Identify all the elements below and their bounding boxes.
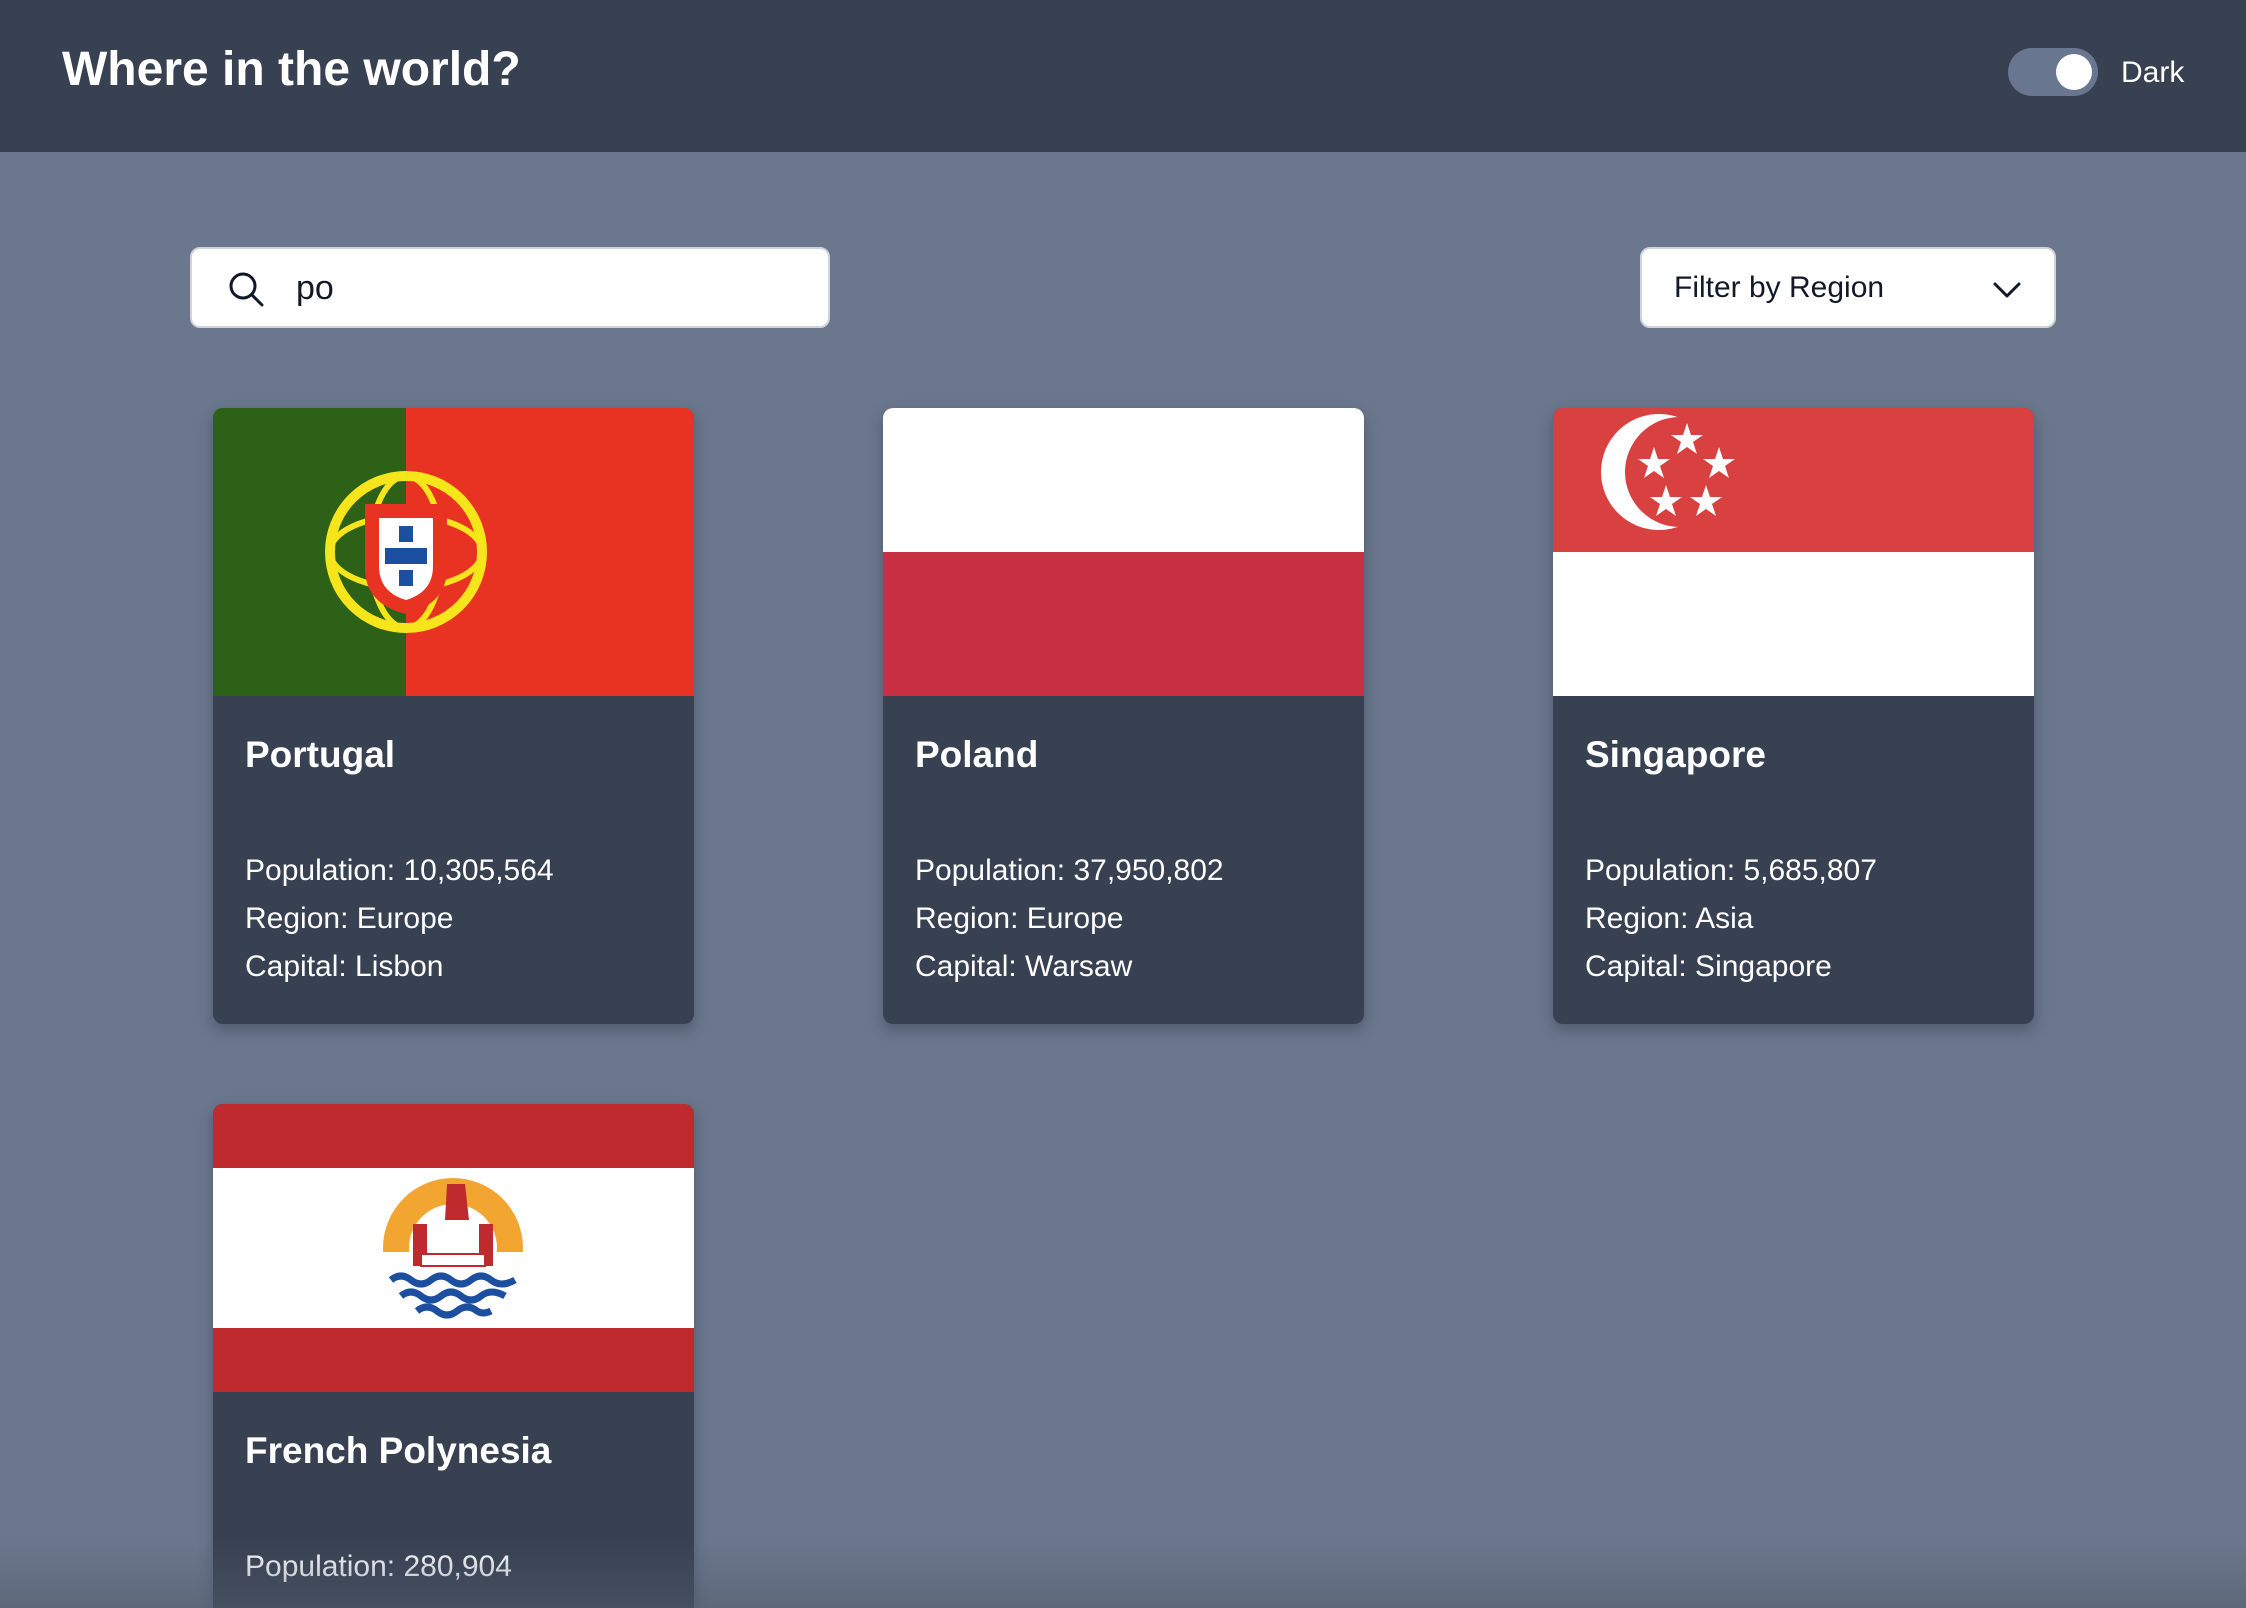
country-name: Portugal bbox=[245, 734, 396, 775]
dark-mode-toggle[interactable] bbox=[2008, 48, 2098, 96]
country-card-portugal[interactable]: Portugal Population: 10,305,564 Region: … bbox=[213, 408, 694, 1024]
country-capital: Capital: Singapore bbox=[1585, 950, 1832, 983]
search-input[interactable] bbox=[296, 259, 796, 317]
country-population: Population: 10,305,564 bbox=[245, 854, 554, 887]
filter-label: Filter by Region bbox=[1674, 271, 1885, 304]
app-title: Where in the world? bbox=[62, 43, 521, 96]
country-region: Region: Europe bbox=[915, 902, 1124, 935]
country-capital: Capital: Warsaw bbox=[915, 950, 1133, 983]
french-polynesia-flag bbox=[213, 1104, 694, 1392]
country-card-french-polynesia[interactable]: French Polynesia Population: 280,904 bbox=[213, 1104, 694, 1608]
country-name: French Polynesia bbox=[245, 1430, 552, 1471]
poland-flag bbox=[883, 408, 1364, 696]
country-region: Region: Europe bbox=[245, 902, 454, 935]
toggle-knob bbox=[2056, 54, 2092, 90]
country-card-poland[interactable]: Poland Population: 37,950,802 Region: Eu… bbox=[883, 408, 1364, 1024]
chevron-down-icon bbox=[1993, 282, 2021, 298]
country-population: Population: 280,904 bbox=[245, 1550, 512, 1583]
search-icon bbox=[229, 272, 264, 307]
singapore-flag bbox=[1553, 408, 2034, 696]
country-region: Region: Asia bbox=[1585, 902, 1754, 935]
country-card-singapore[interactable]: Singapore Population: 5,685,807 Region: … bbox=[1553, 408, 2034, 1024]
country-population: Population: 37,950,802 bbox=[915, 854, 1224, 887]
country-capital: Capital: Lisbon bbox=[245, 950, 444, 983]
country-population: Population: 5,685,807 bbox=[1585, 854, 1877, 887]
country-name: Poland bbox=[915, 734, 1039, 775]
app-header: Where in the world? Dark bbox=[0, 0, 2246, 152]
region-filter-dropdown[interactable]: Filter by Region bbox=[1640, 247, 2056, 328]
dark-mode-label: Dark bbox=[2121, 56, 2185, 89]
search-box[interactable] bbox=[190, 247, 830, 328]
portugal-flag bbox=[213, 408, 694, 696]
country-name: Singapore bbox=[1585, 734, 1766, 775]
